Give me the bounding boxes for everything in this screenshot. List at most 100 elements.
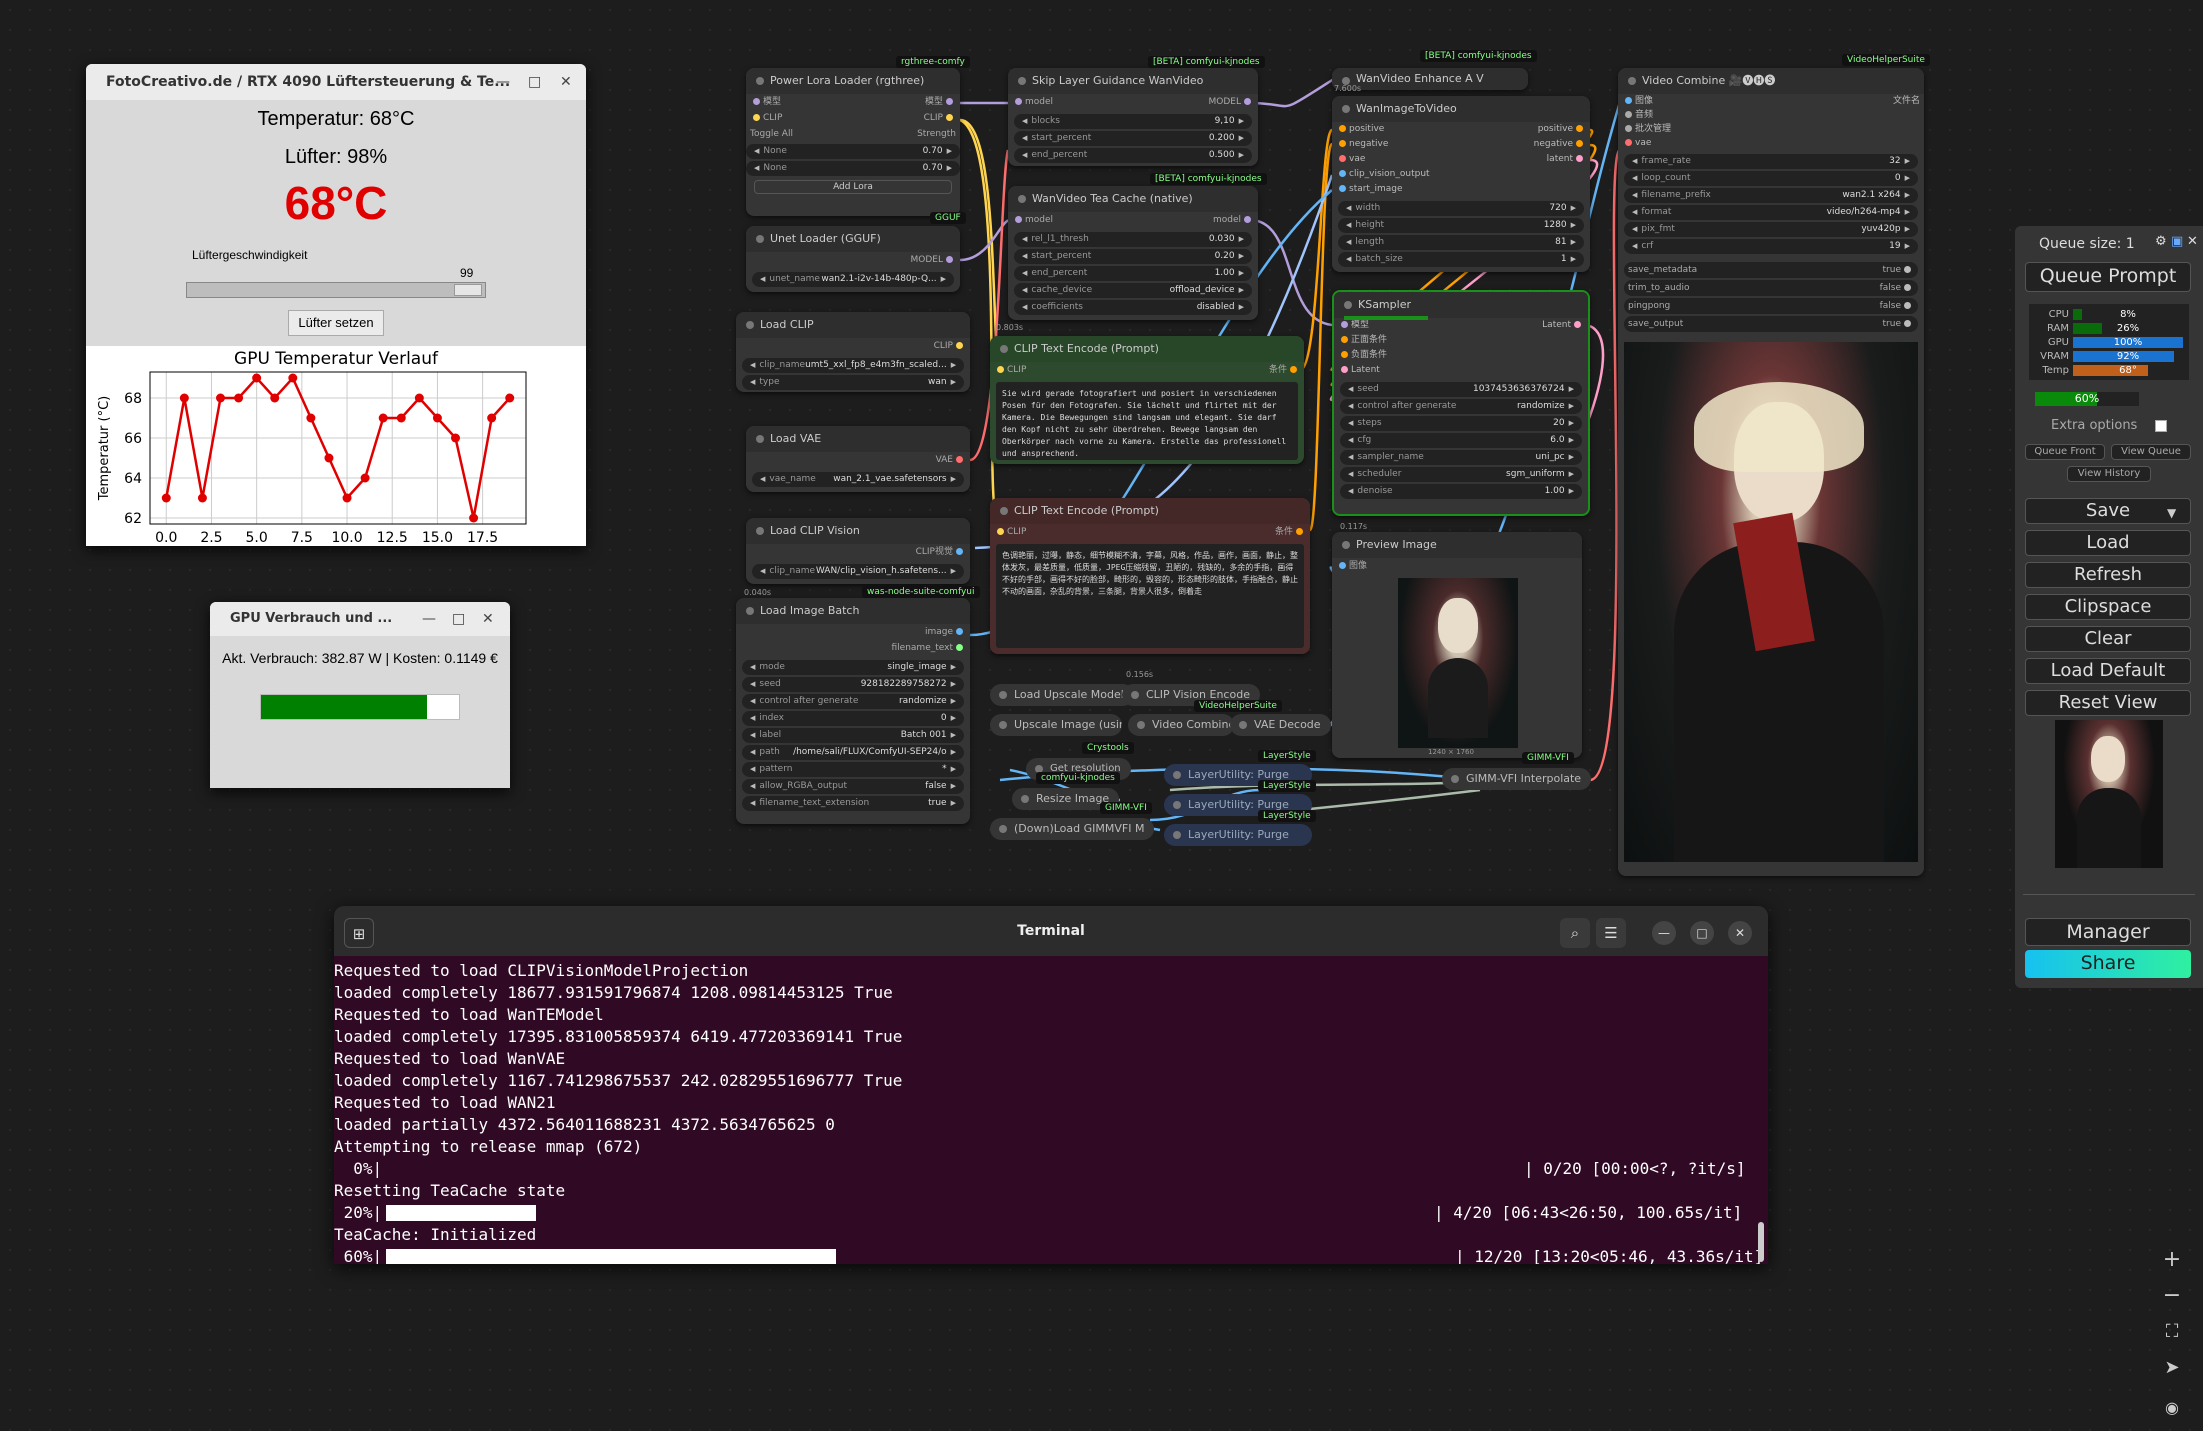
share-button[interactable]: Share: [2025, 950, 2191, 978]
widget-filename-text-extension[interactable]: filename_text_extension true: [742, 796, 964, 811]
menu-icon[interactable]: ☰: [1596, 918, 1626, 948]
widget-end-percent[interactable]: end_percent 0.500: [1014, 148, 1252, 163]
lora-row-2[interactable]: None0.70: [746, 161, 960, 176]
clear-button[interactable]: Clear: [2025, 626, 2191, 652]
widget-path[interactable]: path/home/sali/FLUX/ComfyUI-SEP24/o: [742, 745, 964, 760]
widget-seed[interactable]: seed 928182289758272: [742, 677, 964, 692]
minimize-icon[interactable]: —: [422, 602, 436, 636]
socket[interactable]: 模型: [1338, 318, 1387, 333]
pointer-mode-icon[interactable]: ➤: [2152, 1348, 2192, 1388]
view-queue-button[interactable]: View Queue: [2111, 444, 2191, 460]
widget-scheduler[interactable]: scheduler sgm_uniform: [1340, 467, 1582, 482]
fit-view-icon[interactable]: ⛶: [2152, 1312, 2192, 1352]
widget-denoise[interactable]: denoise 1.00: [1340, 484, 1582, 499]
image-icon[interactable]: ▣: [2171, 234, 2183, 249]
widget-control-after-generate[interactable]: control after generate randomize: [1340, 399, 1582, 414]
node-layer-utility-purge-3[interactable]: LayerUtility: Purge: [1164, 824, 1312, 846]
node-load-vae[interactable]: Load VAE VAE vae_name wan_2.1_vae.safeten…: [746, 426, 970, 492]
close-icon[interactable]: ✕: [2187, 234, 2198, 249]
zoom-out-icon[interactable]: −: [2152, 1276, 2192, 1316]
positive-prompt-text[interactable]: Sie wird gerade fotografiert und posiert…: [996, 382, 1298, 460]
node-power-lora-loader[interactable]: Power Lora Loader (rgthree) 模型 模型 CLIP CLI…: [746, 68, 960, 216]
widget-start-percent[interactable]: start_percent 0.20: [1014, 249, 1252, 264]
node-upscale-image[interactable]: Upscale Image (using: [990, 714, 1122, 736]
widget-end-percent[interactable]: end_percent 1.00: [1014, 266, 1252, 281]
socket[interactable]: 正面条件: [1338, 333, 1387, 348]
refresh-button[interactable]: Refresh: [2025, 562, 2191, 588]
widget-blocks[interactable]: blocks 9,10: [1014, 114, 1252, 129]
widget-mode[interactable]: mode single_image: [742, 660, 964, 675]
history-thumbnail[interactable]: [2055, 720, 2163, 868]
socket[interactable]: 图像: [1622, 94, 1671, 108]
widget-rel-l1-thresh[interactable]: rel_l1_thresh 0.030: [1014, 232, 1252, 247]
socket[interactable]: positive: [1336, 122, 1430, 137]
slider-thumb[interactable]: [454, 284, 483, 296]
widget-type[interactable]: type wan: [742, 375, 964, 390]
toggle-pingpong[interactable]: pingpong false: [1624, 298, 1918, 314]
reset-view-button[interactable]: Reset View: [2025, 690, 2191, 716]
set-fan-button[interactable]: Lüfter setzen: [288, 310, 384, 336]
lora-row-1[interactable]: None0.70: [746, 144, 960, 159]
fan-speed-slider[interactable]: [186, 282, 486, 298]
toggle-save-metadata[interactable]: save_metadata true: [1624, 262, 1918, 278]
lora-header-row[interactable]: Toggle All Strength: [746, 126, 960, 142]
load-default-button[interactable]: Load Default: [2025, 658, 2191, 684]
widget-loop-count[interactable]: loop_count 0: [1624, 171, 1918, 186]
toggle-trim-to-audio[interactable]: trim_to_audio false: [1624, 280, 1918, 296]
terminal-scrollbar[interactable]: [1758, 1222, 1764, 1262]
widget-seed[interactable]: seed 1037453636376724: [1340, 382, 1582, 397]
socket[interactable]: start_image: [1336, 182, 1430, 197]
node-load-clip[interactable]: Load CLIP CLIP clip_nameumt5_xxl_fp8_e4m…: [736, 312, 970, 392]
node-wan-image-to-video[interactable]: WanImageToVideo positive negative vae clip_…: [1332, 96, 1590, 272]
socket[interactable]: 音频: [1622, 108, 1671, 122]
widget-index[interactable]: index 0: [742, 711, 964, 726]
socket[interactable]: vae: [1622, 136, 1671, 150]
load-button[interactable]: Load: [2025, 530, 2191, 556]
node-vae-decode[interactable]: VAE Decode: [1230, 714, 1331, 736]
widget-frame-rate[interactable]: frame_rate 32: [1624, 154, 1918, 169]
terminal-output[interactable]: Requested to load CLIPVisionModelProject…: [334, 956, 1768, 1264]
widget-height[interactable]: height 1280: [1338, 218, 1584, 233]
negative-prompt-text[interactable]: 色调艳丽，过曝，静态，细节模糊不清，字幕，风格，作品，画作，画面，静止，整体发灰…: [996, 544, 1304, 648]
widget-steps[interactable]: steps 20: [1340, 416, 1582, 431]
extra-options-checkbox[interactable]: [2155, 420, 2167, 432]
widget-unet-name[interactable]: unet_namewan2.1-i2v-14b-480p-Q...: [752, 272, 954, 287]
maximize-icon[interactable]: □: [1690, 921, 1714, 945]
widget-sampler-name[interactable]: sampler_name uni_pc: [1340, 450, 1582, 465]
widget-crf[interactable]: crf 19: [1624, 239, 1918, 254]
close-icon[interactable]: ✕: [482, 602, 494, 636]
widget-control-after-generate[interactable]: control after generate randomize: [742, 694, 964, 709]
node-clip-text-encode-negative[interactable]: CLIP Text Encode (Prompt) CLIP 条件 色调艳丽，过曝…: [990, 498, 1310, 654]
node-skip-layer-guidance[interactable]: Skip Layer Guidance WanVideo model MODEL …: [1008, 68, 1258, 166]
socket[interactable]: positive: [1534, 122, 1586, 137]
node-load-image-batch[interactable]: Load Image Batch image filename_text mod…: [736, 598, 970, 824]
node-wan-enhance[interactable]: WanVideo Enhance A V: [1332, 68, 1528, 90]
node-ksampler[interactable]: KSampler 模型正面条件负面条件LatentLatent seed1037…: [1332, 290, 1590, 516]
socket[interactable]: latent: [1534, 152, 1586, 167]
widget-cache-device[interactable]: cache_device offload_device: [1014, 283, 1252, 298]
socket[interactable]: Latent: [1338, 363, 1387, 378]
socket[interactable]: 批次管理: [1622, 122, 1671, 136]
socket[interactable]: clip_vision_output: [1336, 167, 1430, 182]
node-load-upscale-model[interactable]: Load Upscale Model: [990, 684, 1134, 706]
search-icon[interactable]: ⌕: [1560, 918, 1590, 948]
node-unet-loader[interactable]: Unet Loader (GGUF) MODEL unet_namewan2.1…: [746, 226, 960, 292]
widget-pix-fmt[interactable]: pix_fmt yuv420p: [1624, 222, 1918, 237]
widget-clip-name[interactable]: clip_nameWAN/clip_vision_h.safetens...: [752, 564, 964, 579]
close-icon[interactable]: ✕: [560, 64, 572, 100]
node-clip-text-encode-positive[interactable]: CLIP Text Encode (Prompt) CLIP 条件 Sie wir…: [990, 336, 1304, 464]
visibility-eye-icon[interactable]: ◉: [2152, 1388, 2192, 1428]
socket[interactable]: negative: [1336, 137, 1430, 152]
node-gimm-vfi-interpolate[interactable]: GIMM-VFI Interpolate: [1442, 768, 1592, 790]
manager-button[interactable]: Manager: [2025, 918, 2191, 946]
widget-allow-rgba-output[interactable]: allow_RGBA_output false: [742, 779, 964, 794]
node-tea-cache[interactable]: WanVideo Tea Cache (native) modelmodel r…: [1008, 186, 1258, 320]
queue-front-button[interactable]: Queue Front: [2025, 444, 2105, 460]
save-dropdown-icon[interactable]: ▼: [2167, 506, 2176, 520]
close-icon[interactable]: ✕: [1728, 921, 1752, 945]
widget-width[interactable]: width 720: [1338, 201, 1584, 216]
widget-cfg[interactable]: cfg 6.0: [1340, 433, 1582, 448]
node-load-clip-vision[interactable]: Load CLIP Vision CLIP视觉 clip_nameWAN/cli…: [746, 518, 970, 584]
node-download-gimmvfi[interactable]: (Down)Load GIMMVFI M: [990, 818, 1155, 840]
widget-clip-name[interactable]: clip_nameumt5_xxl_fp8_e4m3fn_scaled...: [742, 358, 964, 373]
